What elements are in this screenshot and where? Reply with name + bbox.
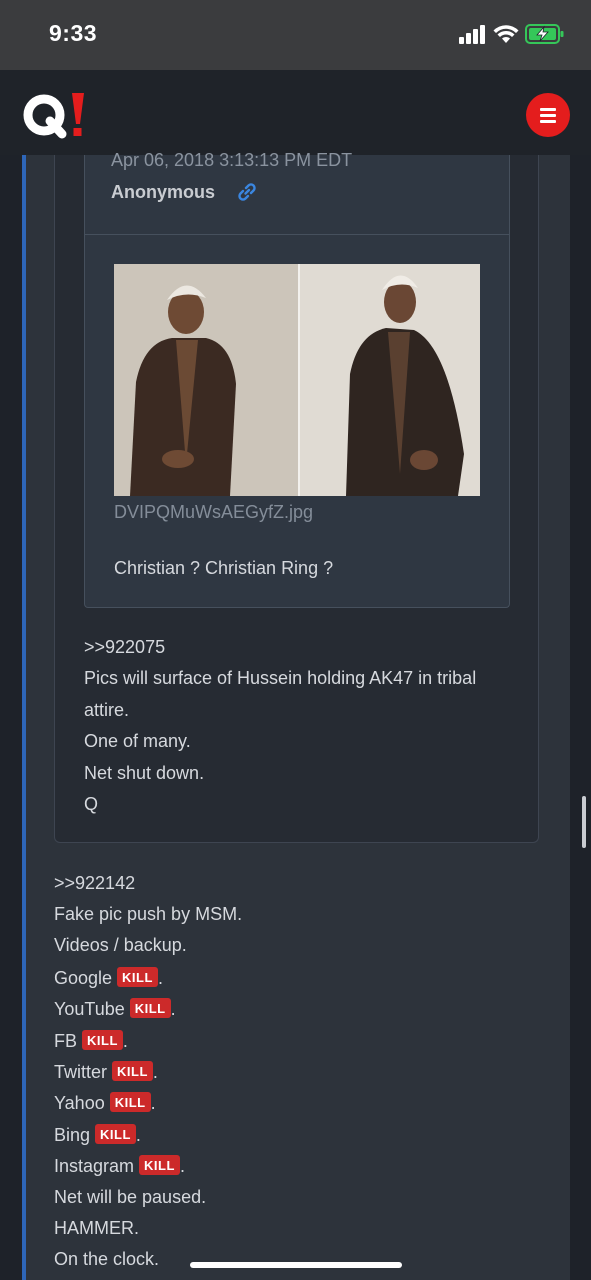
battery-charging-icon [525,24,564,44]
post-text-line: Videos / backup. [54,935,187,955]
post-text-line: Net shut down. [84,763,205,783]
hamburger-menu-icon [540,108,556,111]
kill-badge: KILL [139,1155,180,1175]
post-text-line: Bing KILL. [54,1124,141,1145]
post-signature: Q [84,794,99,814]
post-text-line: Google KILL. [54,967,163,988]
kill-badge: KILL [117,967,158,987]
status-time: 9:33 [49,20,98,46]
post-author: Anonymous [111,182,216,202]
status-icons [459,24,569,46]
home-indicator[interactable] [190,1262,402,1268]
q-logo[interactable] [20,90,90,140]
hamburger-menu-button[interactable] [526,93,570,137]
post-text-line: Pics will surface of Hussein holding AK4… [84,668,477,688]
post-image[interactable] [114,264,480,496]
kill-badge: KILL [112,1061,153,1081]
post-text-line: HAMMER. [54,1218,139,1238]
post-text-line: Net will be paused. [54,1187,207,1207]
post-text-line: FB KILL. [54,1030,128,1051]
post-text-line: YouTube KILL. [54,998,176,1019]
image-filename[interactable]: DVIPQMuWsAEGyfZ.jpg [114,502,313,523]
post-text-line: Twitter KILL. [54,1061,158,1082]
link-icon[interactable] [237,182,257,202]
post-text-line: One of many. [84,731,191,751]
kill-badge: KILL [95,1124,136,1144]
post-text-line: attire. [84,700,130,720]
scrollbar[interactable] [582,796,586,848]
wifi-icon [493,25,519,43]
kill-badge: KILL [129,998,171,1018]
quoted-post-divider [84,234,510,235]
post-text-line: Yahoo KILL. [54,1092,156,1113]
post-date: Apr 06, 2018 3:13:13 PM EDT [111,150,353,170]
status-bar: 9:33 [0,0,591,70]
post-reference-link[interactable]: >>922142 [54,873,135,894]
app-header [0,70,591,155]
post-text-line: Fake pic push by MSM. [54,904,243,924]
kill-badge: KILL [82,1030,123,1050]
kill-badge: KILL [109,1092,151,1112]
cellular-signal-icon [459,25,485,44]
quoted-post-text: Christian ? Christian Ring ? [114,558,334,578]
post-text-line: On the clock. [54,1249,160,1269]
post-reference-link[interactable]: >>922075 [84,637,165,658]
post-text-line: Instagram KILL. [54,1155,185,1176]
